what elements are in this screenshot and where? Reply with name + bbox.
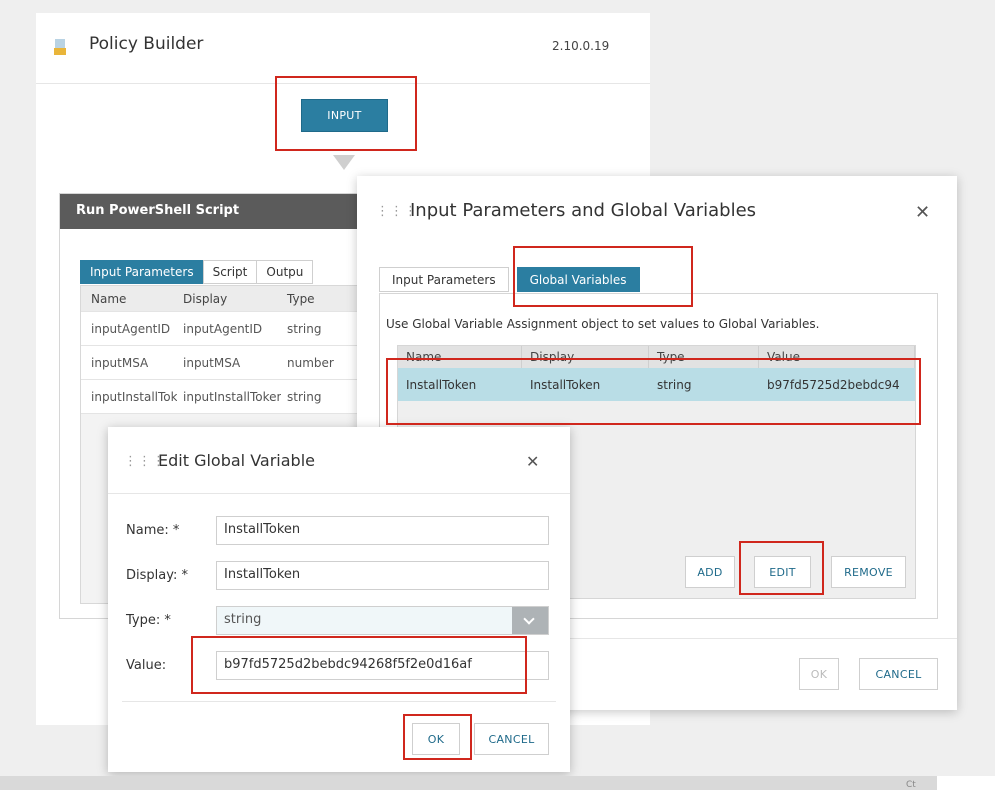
cell-type: string (657, 377, 692, 392)
tab-script[interactable]: Script (202, 260, 258, 284)
display-field[interactable]: InstallToken (216, 561, 549, 590)
cell-name: inputMSA (91, 355, 149, 370)
type-select[interactable]: string (216, 606, 549, 635)
page-title: Policy Builder (89, 34, 204, 54)
column-value[interactable]: Value (759, 346, 915, 368)
table-row-selected[interactable]: InstallToken InstallToken string b97fd57… (398, 368, 915, 401)
cell-name: InstallToken (406, 377, 477, 392)
name-label: Name: * (126, 523, 180, 538)
global-variables-description: Use Global Variable Assignment object to… (386, 317, 820, 331)
table-header: Name Display Type Value (398, 346, 915, 368)
value-label: Value: (126, 658, 167, 673)
cell-display: inputMSA (183, 355, 241, 370)
table-header: Name Display Type (81, 286, 359, 311)
cell-value: b97fd5725d2bebdc94 (767, 377, 900, 392)
cell-type: string (287, 389, 322, 404)
column-name[interactable]: Name (81, 292, 177, 306)
edit-global-variable-dialog: ⋮⋮⋮ Edit Global Variable ✕ Name: * Insta… (108, 427, 570, 772)
column-display[interactable]: Display (177, 292, 281, 306)
close-icon[interactable]: ✕ (526, 452, 539, 471)
table-row[interactable]: inputInstallToken inputInstallToken stri… (81, 379, 359, 413)
dialog-header-divider (108, 493, 570, 494)
input-node-button[interactable]: INPUT (301, 99, 388, 132)
chevron-down-icon[interactable] (512, 607, 548, 634)
dialog-title: Input Parameters and Global Variables (410, 200, 757, 221)
cell-type: number (287, 355, 334, 370)
cancel-button[interactable]: CANCEL (859, 658, 938, 690)
policy-builder-header: Policy Builder 2.10.0.19 (36, 13, 650, 84)
ok-button[interactable]: OK (412, 723, 460, 755)
type-label: Type: * (126, 613, 171, 628)
cell-type: string (287, 321, 322, 336)
column-display[interactable]: Display (522, 346, 649, 368)
cell-name: inputAgentID (91, 321, 171, 336)
column-name[interactable]: Name (398, 346, 522, 368)
version-label: 2.10.0.19 (552, 39, 610, 53)
cell-display: InstallToken (530, 377, 601, 392)
tab-global-variables[interactable]: Global Variables (516, 267, 640, 292)
script-panel-tabs: Input Parameters Script Outpu (80, 260, 314, 284)
dialog-tabs: Input Parameters Global Variables (379, 267, 640, 292)
taskbar (0, 776, 995, 790)
taskbar-field[interactable] (937, 776, 995, 790)
ok-button[interactable]: OK (799, 658, 839, 690)
value-field[interactable]: b97fd5725d2bebdc94268f5f2e0d16af (216, 651, 549, 680)
remove-button[interactable]: REMOVE (831, 556, 906, 588)
add-button[interactable]: ADD (685, 556, 735, 588)
tab-input-parameters[interactable]: Input Parameters (379, 267, 509, 292)
display-label: Display: * (126, 568, 188, 583)
close-icon[interactable]: ✕ (915, 202, 930, 223)
dialog-footer-divider (122, 701, 556, 702)
taskbar-label: Ct (906, 780, 916, 790)
column-type[interactable]: Type (281, 292, 351, 306)
column-type[interactable]: Type (649, 346, 759, 368)
cell-display: inputInstallToken (183, 389, 281, 404)
edit-button[interactable]: EDIT (754, 556, 811, 588)
tab-output[interactable]: Outpu (256, 260, 314, 284)
name-field[interactable]: InstallToken (216, 516, 549, 545)
cell-name: inputInstallToken (91, 389, 177, 404)
cancel-button[interactable]: CANCEL (474, 723, 549, 755)
type-select-value: string (224, 612, 262, 627)
cell-display: inputAgentID (183, 321, 263, 336)
dialog-title: Edit Global Variable (158, 451, 315, 470)
table-row[interactable]: inputMSA inputMSA number (81, 345, 359, 379)
tab-input-parameters[interactable]: Input Parameters (80, 260, 204, 284)
table-row[interactable]: inputAgentID inputAgentID string (81, 311, 359, 345)
document-icon (54, 39, 66, 55)
flow-arrow-down-icon (333, 155, 355, 170)
